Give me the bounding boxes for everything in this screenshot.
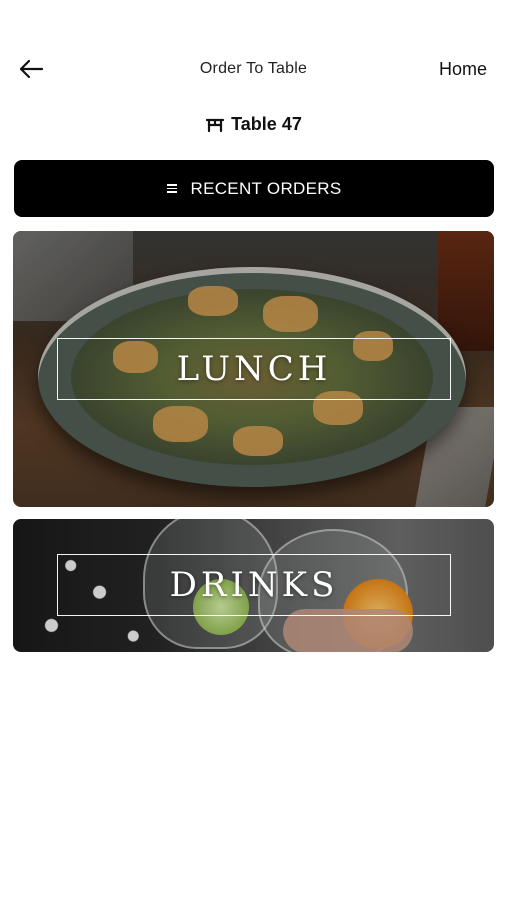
menu-lines-icon — [166, 184, 177, 193]
page-title: Order To Table — [199, 60, 308, 77]
table-indicator: Table 47 — [0, 114, 507, 135]
drinks-label-frame: DRINKS — [57, 554, 451, 616]
recent-orders-button[interactable]: RECENT ORDERS — [14, 160, 494, 217]
lunch-label-frame: LUNCH — [57, 338, 451, 400]
table-number: Table 47 — [231, 114, 302, 134]
top-bar: Order To Table Home — [0, 48, 507, 92]
lunch-label: LUNCH — [176, 349, 332, 389]
drinks-label: DRINKS — [169, 565, 339, 605]
lunch-category-card[interactable]: LUNCH — [13, 231, 494, 507]
home-link[interactable]: Home — [439, 59, 487, 80]
recent-orders-label: RECENT ORDERS — [190, 178, 342, 198]
drinks-category-card[interactable]: DRINKS — [13, 519, 494, 652]
table-icon — [206, 118, 225, 132]
